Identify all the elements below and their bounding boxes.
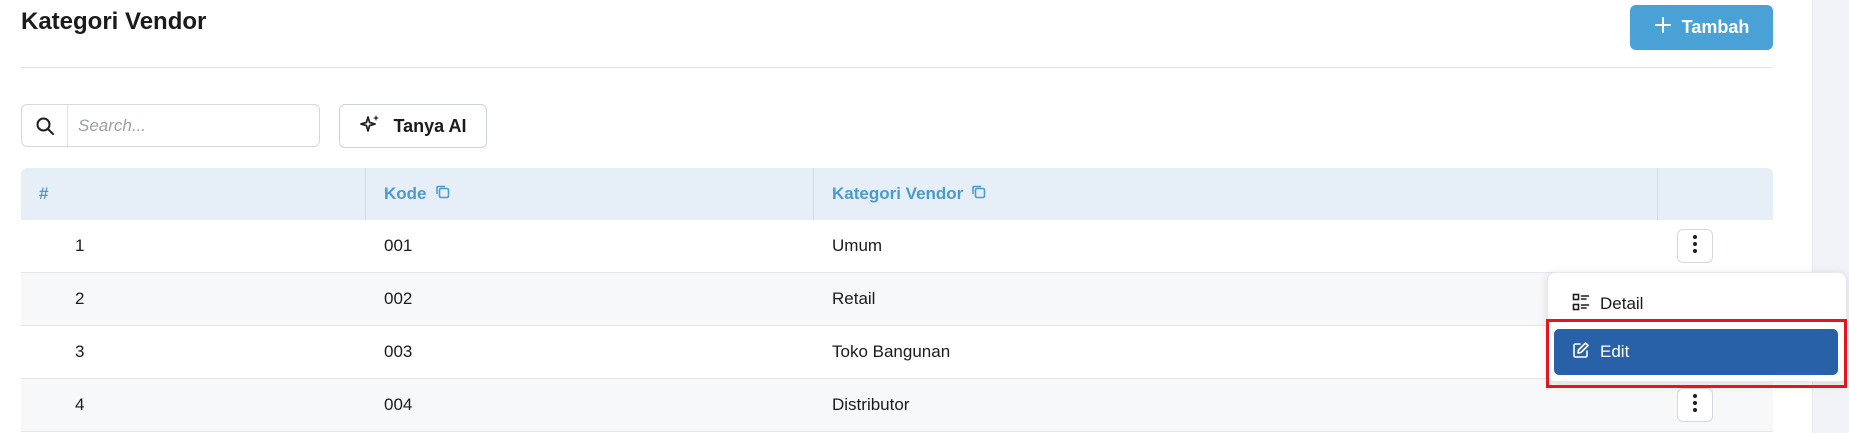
column-header-kode-label: Kode <box>384 184 427 203</box>
table-row: 1 001 Umum <box>21 220 1773 273</box>
menu-item-edit-label: Edit <box>1600 342 1630 361</box>
column-header-kode[interactable]: Kode <box>366 168 814 220</box>
edit-icon <box>1572 341 1590 364</box>
column-header-kategori-label: Kategori Vendor <box>832 184 964 203</box>
plus-icon <box>1654 15 1672 39</box>
copy-icon[interactable] <box>971 184 986 204</box>
row-kategori: Retail <box>832 289 876 308</box>
page: Kategori Vendor Tambah Tanya AI <box>0 0 1849 433</box>
row-kategori: Umum <box>832 236 883 255</box>
main-content: Kategori Vendor Tambah Tanya AI <box>0 0 1812 433</box>
search-icon <box>22 105 68 146</box>
column-header-number-label: # <box>39 184 49 203</box>
add-button-label: Tambah <box>1681 17 1750 37</box>
column-header-actions <box>1658 168 1773 220</box>
table-row: 3 003 Toko Bangunan <box>21 326 1773 379</box>
menu-item-edit[interactable]: Edit <box>1554 329 1838 375</box>
ask-ai-label: Tanya AI <box>393 115 467 136</box>
row-number: 2 <box>75 289 85 308</box>
ask-ai-button[interactable]: Tanya AI <box>339 104 487 148</box>
search-input[interactable] <box>68 114 310 137</box>
kebab-vertical-icon <box>1692 234 1698 259</box>
row-actions-menu: Detail Edit <box>1547 272 1847 382</box>
row-actions-button[interactable] <box>1677 388 1713 422</box>
table-row: 4 004 Distributor <box>21 379 1773 432</box>
row-actions-button[interactable] <box>1677 229 1713 263</box>
row-kode: 003 <box>384 342 413 361</box>
kebab-vertical-icon <box>1692 393 1698 418</box>
column-header-kategori[interactable]: Kategori Vendor <box>814 168 1658 220</box>
column-header-number: # <box>21 168 366 220</box>
row-kode: 001 <box>384 236 413 255</box>
vendor-category-table: # Kode Kategori Vendor 1 001 Umum 2 002 … <box>21 168 1773 432</box>
table-row: 2 002 Retail <box>21 273 1773 326</box>
row-number: 4 <box>75 395 85 414</box>
sparkles-icon <box>359 113 381 140</box>
header-divider <box>21 67 1773 68</box>
row-kategori: Distributor <box>832 395 910 414</box>
row-kode: 002 <box>384 289 413 308</box>
copy-icon[interactable] <box>435 184 450 204</box>
row-kategori: Toko Bangunan <box>832 342 951 361</box>
menu-item-detail-label: Detail <box>1600 294 1644 313</box>
row-kode: 004 <box>384 395 413 414</box>
table-header: # Kode Kategori Vendor <box>21 168 1773 220</box>
row-number: 3 <box>75 342 85 361</box>
menu-item-detail[interactable]: Detail <box>1554 281 1838 327</box>
search-box[interactable] <box>21 104 320 147</box>
add-button[interactable]: Tambah <box>1630 5 1773 50</box>
detail-list-icon <box>1572 293 1590 316</box>
page-title: Kategori Vendor <box>21 8 207 35</box>
row-number: 1 <box>75 236 85 255</box>
